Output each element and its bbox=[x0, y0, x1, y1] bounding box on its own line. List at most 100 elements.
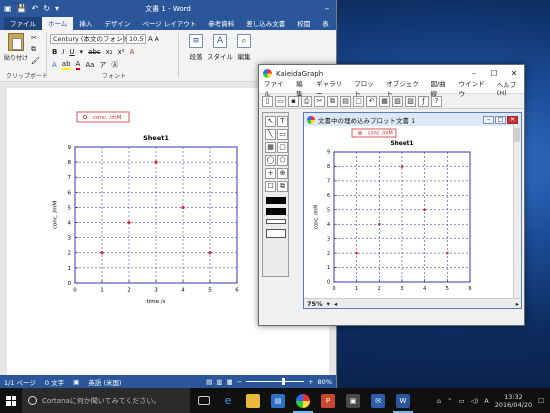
ribbon-tab[interactable]: 差し込み文書 bbox=[240, 16, 291, 30]
print-layout-icon[interactable]: ▥ bbox=[216, 378, 222, 386]
table-tool-icon[interactable]: ▦ bbox=[265, 142, 276, 153]
menu-item[interactable]: ギャラリー bbox=[316, 78, 346, 98]
help-icon[interactable]: ? bbox=[431, 95, 442, 107]
crosshair-tool-icon[interactable]: + bbox=[265, 168, 276, 179]
text-tool-icon[interactable]: T bbox=[277, 116, 288, 127]
cortana-search-box[interactable]: Cortanaに何か聞いてみてください。 bbox=[22, 388, 190, 413]
new-icon[interactable]: ▯ bbox=[262, 95, 273, 107]
oval-tool-icon[interactable]: ◯ bbox=[265, 155, 276, 166]
show-hidden-icons[interactable]: ⌃ bbox=[447, 397, 452, 405]
mail-icon[interactable]: ✉ bbox=[371, 393, 385, 408]
underline-dropdown-icon[interactable]: ▾ bbox=[80, 48, 84, 56]
spelling-icon[interactable]: ▣ bbox=[73, 378, 79, 386]
ribbon-tab[interactable]: ファイル bbox=[4, 16, 42, 30]
fill-pattern-swatch[interactable] bbox=[266, 219, 286, 224]
underline-button[interactable]: U bbox=[69, 48, 74, 56]
scroll-thumb[interactable] bbox=[514, 128, 520, 142]
word-taskbar-icon[interactable]: W bbox=[393, 393, 413, 413]
strikethrough-button[interactable]: abc bbox=[88, 48, 101, 56]
menu-item[interactable]: オブジェクト bbox=[386, 78, 422, 98]
scroll-left-icon[interactable]: ◂ bbox=[334, 300, 337, 308]
read-mode-icon[interactable]: ▤ bbox=[206, 378, 212, 386]
group-tool-icon[interactable]: ⧉ bbox=[277, 181, 288, 192]
table-icon[interactable]: ▦ bbox=[379, 95, 390, 107]
zoom-tool-icon[interactable]: ⊕ bbox=[277, 168, 288, 179]
change-case-icon[interactable]: Aa bbox=[85, 61, 94, 69]
redo-icon[interactable]: ↻ bbox=[43, 4, 50, 13]
copy-icon[interactable]: ⧉ bbox=[327, 95, 338, 107]
kaleidagraph-chart[interactable]: conc. /mM Sheet1 0 1 2 3 4 5 6 0 1 2 3 4 5 6 7 8 9 conc. /m… bbox=[304, 126, 513, 298]
save-icon[interactable]: 💾 bbox=[17, 4, 27, 13]
plot-zoom-level[interactable]: 75% bbox=[307, 300, 323, 308]
plot-area[interactable]: conc. /mM Sheet1 0 1 2 3 4 5 6 0 1 2 3 4 5 6 7 8 9 conc. /m… bbox=[304, 126, 513, 298]
scroll-right-icon[interactable]: ▸ bbox=[516, 300, 521, 308]
zoom-dropdown-icon[interactable]: ▾ bbox=[327, 300, 330, 308]
text-effect-icon[interactable]: A bbox=[52, 61, 57, 69]
foreground-color-swatch[interactable] bbox=[266, 197, 286, 204]
line-color-swatch[interactable] bbox=[266, 208, 286, 215]
plot-close-button[interactable]: ✕ bbox=[507, 115, 518, 124]
plot-icon[interactable]: ▨ bbox=[392, 95, 403, 107]
italic-button[interactable]: I bbox=[62, 48, 64, 56]
line-tool-icon[interactable]: ╲ bbox=[265, 129, 276, 140]
edge-icon[interactable]: e bbox=[221, 394, 235, 408]
undo-icon[interactable]: ↶ bbox=[366, 95, 377, 107]
language-status[interactable]: 英語 (米国) bbox=[88, 377, 121, 387]
pointer-tool-icon[interactable]: ↖ bbox=[265, 116, 276, 127]
shrink-font-icon[interactable]: A bbox=[155, 36, 159, 43]
polygon-tool-icon[interactable]: ⬠ bbox=[277, 155, 288, 166]
notifications-icon[interactable]: ☐ bbox=[538, 397, 544, 405]
menu-item[interactable]: ウインドウ bbox=[459, 78, 489, 98]
cut-icon[interactable]: ✂ bbox=[31, 34, 40, 42]
paste-button[interactable]: 貼り付け bbox=[3, 33, 29, 62]
copy-icon[interactable]: ⧉ bbox=[31, 45, 40, 54]
task-view-icon[interactable] bbox=[198, 396, 210, 405]
line-width-select[interactable] bbox=[266, 229, 286, 238]
start-button[interactable] bbox=[0, 388, 22, 413]
bold-button[interactable]: B bbox=[52, 48, 57, 56]
grow-font-icon[interactable]: A bbox=[148, 35, 153, 43]
open-icon[interactable]: ▭ bbox=[275, 95, 286, 107]
editing-button[interactable]: ⌕ 編集 bbox=[230, 34, 258, 61]
save-icon[interactable]: ▪ bbox=[288, 95, 299, 107]
ribbon-tab[interactable]: 参考資料 bbox=[202, 16, 240, 30]
menu-item[interactable]: 図/曲線 bbox=[430, 78, 450, 98]
clock[interactable]: 13:32 2016/04/20 bbox=[495, 393, 532, 409]
font-name-select[interactable]: Century (本文のフォント) bbox=[50, 34, 131, 44]
powerpoint-icon[interactable]: P bbox=[321, 393, 335, 408]
menu-item[interactable]: プロット bbox=[354, 78, 378, 98]
format-painter-icon[interactable]: 🖌 bbox=[31, 57, 40, 65]
horizontal-scrollbar[interactable]: 75% ▾ ◂ ▸ bbox=[304, 298, 521, 308]
plot-maximize-button[interactable]: □ bbox=[495, 115, 506, 124]
highlight-icon[interactable]: ab bbox=[61, 60, 71, 70]
customize-toolbar-icon[interactable]: ▾ bbox=[55, 4, 59, 13]
file-explorer-icon[interactable] bbox=[246, 393, 260, 408]
close-button[interactable]: ✕ bbox=[504, 69, 524, 78]
enclose-char-icon[interactable]: Ⓐ bbox=[111, 60, 118, 70]
ribbon-tab[interactable]: 校閲 bbox=[291, 16, 316, 30]
ribbon-tab[interactable]: 表 bbox=[316, 16, 335, 30]
font-size-select[interactable]: 10.5 bbox=[126, 34, 146, 44]
rounded-rect-tool-icon[interactable]: ▢ bbox=[277, 142, 288, 153]
cut-icon[interactable]: ✂ bbox=[314, 95, 325, 107]
print-icon[interactable]: ⎙ bbox=[301, 95, 312, 107]
minimize-button[interactable]: – bbox=[318, 4, 336, 14]
zoom-out-icon[interactable]: − bbox=[237, 378, 242, 386]
undo-icon[interactable]: ↶ bbox=[32, 4, 39, 13]
ribbon-tab[interactable]: デザイン bbox=[98, 16, 136, 30]
app-icon[interactable]: ▣ bbox=[346, 393, 360, 408]
menu-item[interactable]: ヘルプ(H) bbox=[497, 79, 524, 97]
formula-icon[interactable]: ƒ bbox=[418, 95, 429, 107]
web-layout-icon[interactable]: ▦ bbox=[226, 378, 232, 386]
store-icon[interactable]: ▤ bbox=[271, 393, 285, 408]
subscript-button[interactable]: x₂ bbox=[106, 48, 113, 56]
zoom-slider[interactable] bbox=[246, 378, 305, 385]
zoom-level[interactable]: 80% bbox=[318, 378, 332, 386]
paste-icon[interactable]: ▤ bbox=[340, 95, 351, 107]
kaleidagraph-taskbar-icon[interactable] bbox=[293, 393, 313, 413]
word-count[interactable]: 0 文字 bbox=[45, 377, 64, 387]
vertical-scrollbar[interactable] bbox=[513, 126, 521, 298]
layout-icon[interactable]: ▧ bbox=[405, 95, 416, 107]
menu-item[interactable]: ファイル bbox=[264, 78, 288, 98]
menu-item[interactable]: 編集 bbox=[296, 78, 308, 98]
